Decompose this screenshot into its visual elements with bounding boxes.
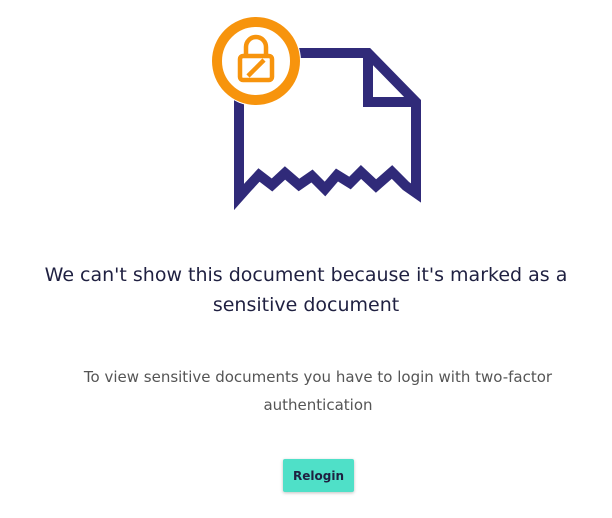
- lock-disabled-icon: [211, 16, 301, 106]
- instruction-text: To view sensitive documents you have to …: [83, 368, 553, 414]
- sensitive-document-illustration: [0, 0, 612, 220]
- torn-document-icon: [211, 16, 421, 211]
- page-title: We can't show this document because it's…: [44, 264, 568, 316]
- relogin-button[interactable]: Relogin: [283, 459, 354, 492]
